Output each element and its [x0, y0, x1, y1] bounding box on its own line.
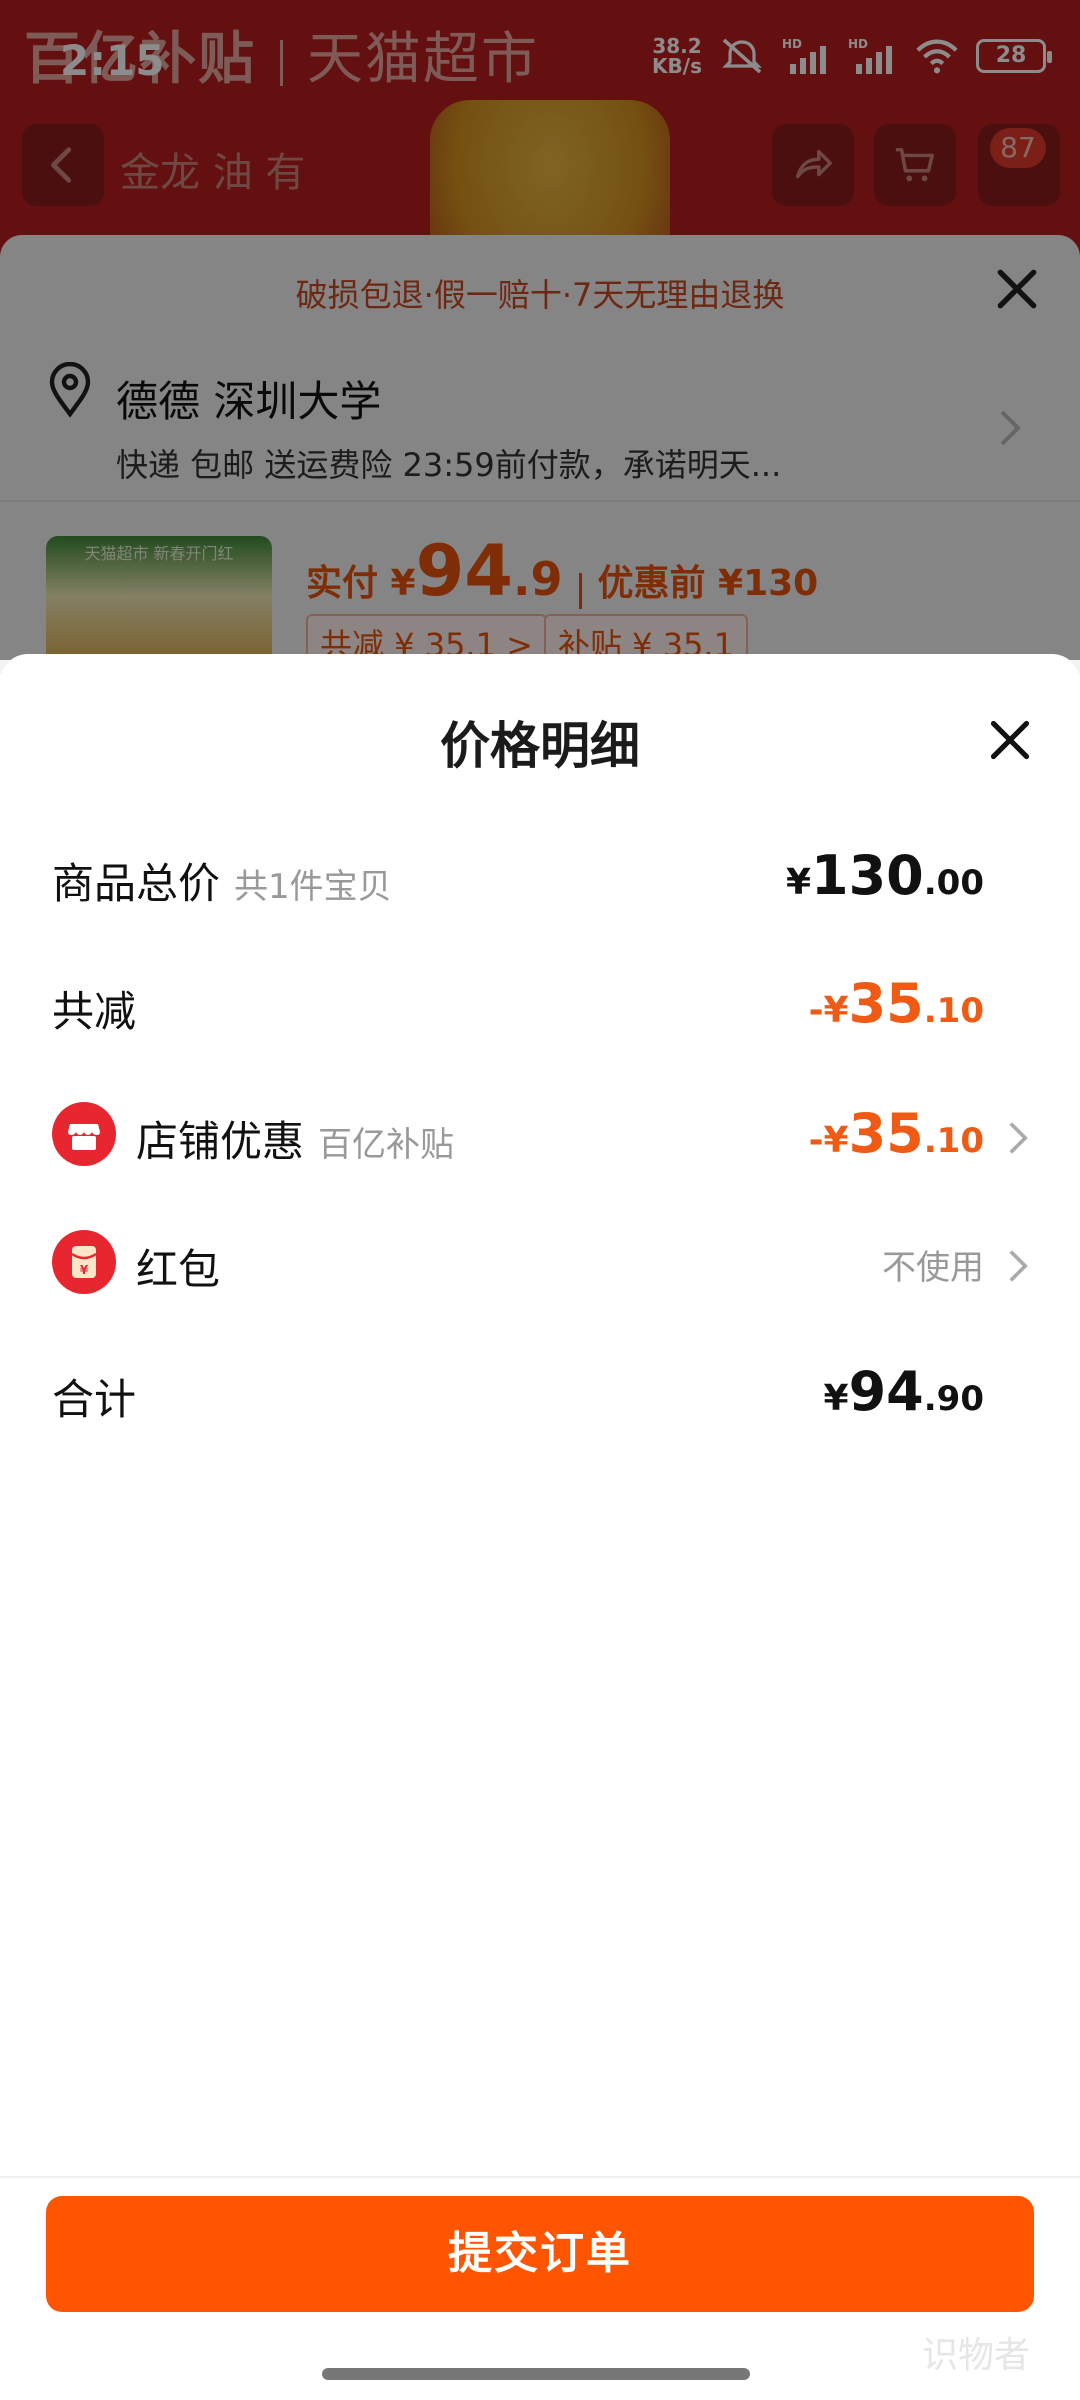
total-reduce-label: 共减 [52, 987, 137, 1036]
svg-text:¥: ¥ [80, 1263, 89, 1277]
row-goods-total: 商品总价 共1件宝贝 ¥130.00 [0, 832, 1080, 922]
red-packet-icon: ¥ [52, 1230, 116, 1294]
shop-discount-label: 店铺优惠 [136, 1117, 305, 1166]
footer-divider [0, 2176, 1080, 2178]
submit-order-button[interactable]: 提交订单 [46, 2196, 1034, 2312]
goods-count: 共1件宝贝 [234, 867, 392, 907]
price-detail-sheet: 价格明细 商品总价 共1件宝贝 ¥130.00 共减 -¥35.10 店铺优惠 百亿… [0, 654, 1080, 2400]
chevron-right-icon [1009, 1122, 1028, 1154]
sheet-title: 价格明细 [440, 717, 640, 775]
red-packet-value: 不使用 [882, 1248, 984, 1288]
row-sum: 合计 ¥94.90 [0, 1348, 1080, 1438]
shop-discount-source: 百亿补贴 [318, 1125, 455, 1165]
shop-icon [52, 1102, 116, 1166]
row-shop-discount[interactable]: 店铺优惠 百亿补贴 -¥35.10 [0, 1090, 1080, 1180]
home-indicator[interactable] [322, 2368, 750, 2380]
sum-label: 合计 [52, 1375, 137, 1424]
goods-total-label: 商品总价 [52, 859, 221, 908]
sum-amount: ¥94.90 [823, 1360, 984, 1423]
shop-discount-amount: -¥35.10 [808, 1102, 984, 1165]
watermark: 识物者 [922, 2335, 1031, 2376]
goods-total-amount: ¥130.00 [785, 844, 984, 907]
modal-overlay[interactable] [0, 0, 1080, 660]
close-icon[interactable] [988, 718, 1032, 762]
red-packet-label: 红包 [136, 1245, 221, 1294]
chevron-right-icon [1009, 1250, 1028, 1282]
row-total-reduce: 共减 -¥35.10 [0, 960, 1080, 1050]
total-reduce-amount: -¥35.10 [808, 972, 984, 1035]
row-red-packet[interactable]: ¥ 红包 不使用 [0, 1218, 1080, 1308]
